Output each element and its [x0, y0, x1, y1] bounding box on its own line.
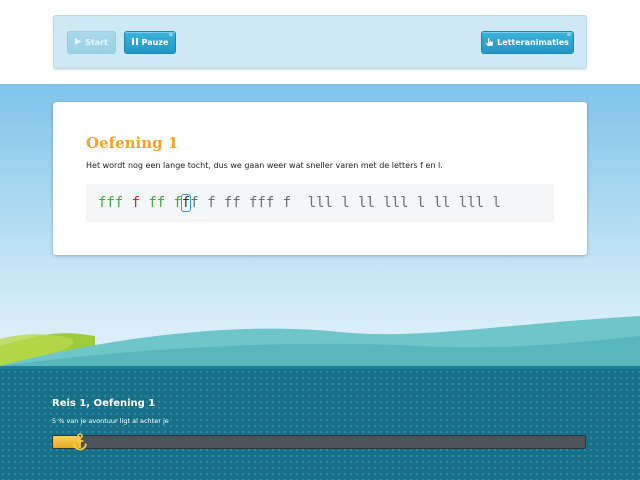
letter-animations-button[interactable]: Letteranimaties ≡ — [481, 31, 574, 54]
letter-todo: l — [307, 195, 317, 211]
letter-todo: f — [232, 195, 241, 211]
toolbar: Start Pauze ≡ Letteranimaties ≡ — [53, 15, 587, 69]
journey-progress-text: 5 % van je avontuur ligt al achter je — [52, 417, 169, 425]
letter-todo: l — [416, 195, 426, 211]
letter-space — [241, 195, 249, 211]
letter-space — [425, 195, 433, 211]
letter-done: f — [156, 195, 166, 211]
letter-todo: l — [358, 195, 367, 211]
exercise-card: Oefening 1 Het wordt nog een lange tocht… — [53, 102, 587, 255]
letter-space — [274, 195, 282, 211]
letter-todo: l — [324, 195, 333, 211]
corner-mark: ≡ — [168, 32, 173, 38]
letter-todo: l — [475, 195, 485, 211]
pause-button[interactable]: Pauze ≡ — [124, 31, 176, 54]
letter-todo: l — [366, 195, 375, 211]
letter-space — [333, 195, 341, 211]
letter-todo: l — [391, 195, 401, 211]
letter-space — [450, 195, 458, 211]
letter-todo: l — [400, 195, 409, 211]
letter-space — [215, 195, 223, 211]
letter-todo: f — [282, 195, 292, 211]
letter-todo: l — [458, 195, 468, 211]
journey-title: Reis 1, Oefening 1 — [52, 398, 156, 409]
letter-done: f — [148, 195, 157, 211]
letter-todo: l — [492, 195, 501, 211]
letter-space — [165, 195, 173, 211]
letter-space — [350, 195, 358, 211]
letter-todo: l — [316, 195, 325, 211]
letter-todo: l — [433, 195, 443, 211]
letter-space — [140, 195, 148, 211]
letter-todo: f — [257, 195, 266, 211]
journey-panel: Reis 1, Oefening 1 5 % van je avontuur l… — [0, 366, 640, 480]
play-icon — [75, 38, 82, 47]
letter-space — [199, 195, 207, 211]
letter-sequence: fff f ff fff f ff fff f lll l ll lll l l… — [98, 194, 501, 212]
typing-area[interactable]: fff f ff fff f ff fff f lll l ll lll l l… — [86, 184, 554, 222]
letter-todo: l — [383, 195, 392, 211]
letter-todo: f — [223, 195, 233, 211]
start-button[interactable]: Start — [67, 31, 116, 54]
letter-space — [375, 195, 383, 211]
start-button-label: Start — [85, 38, 108, 47]
letter-todo: f — [249, 195, 258, 211]
letter-wrong: f — [131, 195, 140, 211]
pause-button-label: Pauze — [141, 38, 169, 47]
anchor-icon — [72, 433, 88, 451]
letter-done: f — [173, 195, 182, 211]
letter-done: f — [106, 195, 115, 211]
letter-todo: f — [265, 195, 275, 211]
letter-space — [123, 195, 131, 211]
letter-space — [299, 195, 307, 211]
hand-pointer-icon — [486, 37, 493, 48]
letter-space — [291, 195, 299, 211]
journey-progress-bar — [52, 433, 586, 451]
letter-todo: l — [442, 195, 451, 211]
letter-todo: f — [207, 195, 216, 211]
pause-icon — [131, 38, 138, 47]
corner-mark: ≡ — [566, 32, 571, 38]
letter-space — [484, 195, 492, 211]
letter-todo: f — [190, 195, 199, 211]
letter-todo: l — [341, 195, 350, 211]
letter-done: f — [98, 195, 107, 211]
exercise-title: Oefening 1 — [86, 134, 179, 152]
letter-space — [408, 195, 416, 211]
letter-animations-button-label: Letteranimaties — [497, 38, 569, 47]
letter-todo: l — [467, 195, 476, 211]
letter-current: f — [180, 194, 192, 212]
letter-done: f — [114, 195, 124, 211]
exercise-description: Het wordt nog een lange tocht, dus we ga… — [86, 161, 443, 170]
